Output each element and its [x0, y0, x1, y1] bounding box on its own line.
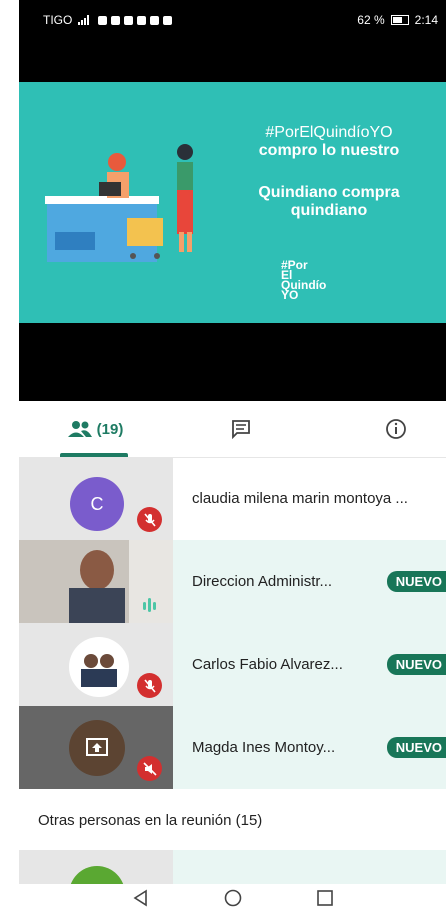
- carrier-label: TIGO: [43, 13, 73, 27]
- presentation-banner[interactable]: #PorElQuindíoYO compro lo nuestro Quindi…: [19, 82, 446, 323]
- tab-chat[interactable]: [224, 401, 258, 457]
- section-header: Otras personas en la reunión (15): [19, 790, 446, 850]
- clock: 2:14: [414, 13, 438, 27]
- new-badge: NUEVO: [386, 654, 446, 675]
- participant-info: Direccion Administr... NUEVO: [173, 540, 446, 623]
- participant-info: [173, 850, 446, 884]
- home-icon[interactable]: [223, 888, 243, 908]
- participant-row[interactable]: C claudia milena marin montoya ...: [19, 457, 446, 540]
- participant-tile: [19, 623, 173, 706]
- banner-logo: #Por El Quindío YO: [281, 259, 326, 301]
- participant-row-partial[interactable]: [19, 850, 446, 884]
- system-nav-bar: [19, 884, 446, 916]
- new-badge: NUEVO: [386, 737, 446, 758]
- people-icon: [67, 421, 92, 437]
- banner-hashtag: #PorElQuindíoYO: [265, 124, 393, 141]
- mic-off-icon: [137, 507, 162, 532]
- banner-text: #PorElQuindíoYO compro lo nuestro Quindi…: [229, 124, 429, 220]
- participant-info: Carlos Fabio Alvarez... NUEVO: [173, 623, 446, 706]
- video-letterbox-top: [19, 40, 446, 82]
- participant-tile: [19, 850, 173, 884]
- banner-line-2: compro lo nuestro: [258, 142, 400, 159]
- participant-name: claudia milena marin montoya ...: [192, 490, 408, 507]
- avatar: C: [70, 477, 124, 531]
- banner-line-4: quindiano: [290, 202, 368, 219]
- participant-row[interactable]: Carlos Fabio Alvarez... NUEVO: [19, 623, 446, 706]
- signal-icon: [78, 15, 90, 25]
- chat-icon: [232, 420, 250, 439]
- banner-line-3: Quindiano compra: [258, 184, 400, 201]
- status-right: 62 % 2:14: [357, 13, 438, 27]
- participant-tile: C: [19, 457, 173, 540]
- battery-icon: [390, 15, 409, 25]
- tab-people[interactable]: (19): [59, 401, 131, 457]
- participant-row[interactable]: Magda Ines Montoy... NUEVO: [19, 706, 446, 789]
- info-icon: [386, 419, 406, 439]
- participant-name: Carlos Fabio Alvarez...: [192, 656, 343, 673]
- tab-info[interactable]: [379, 401, 413, 457]
- app-frame: TIGO 62 % 2:14 #PorElQuindíoYO compro lo…: [19, 0, 446, 916]
- screen-share-icon: [69, 720, 125, 776]
- back-icon[interactable]: [131, 888, 151, 908]
- participant-tile: [19, 706, 173, 789]
- avatar: [69, 866, 125, 884]
- participant-row[interactable]: Direccion Administr... NUEVO: [19, 540, 446, 623]
- new-badge: NUEVO: [386, 571, 446, 592]
- participant-info: claudia milena marin montoya ...: [173, 457, 446, 540]
- shop-illustration-icon: [45, 144, 193, 262]
- avatar: [69, 637, 129, 697]
- battery-percent: 62 %: [357, 13, 385, 27]
- video-letterbox-bottom: [19, 323, 446, 401]
- status-bar: TIGO 62 % 2:14: [19, 0, 446, 40]
- participant-video: [19, 540, 173, 623]
- participant-name: Direccion Administr...: [192, 573, 333, 590]
- mic-off-icon: [137, 673, 162, 698]
- participant-name: Magda Ines Montoy...: [192, 739, 336, 756]
- speaker-off-icon: [137, 756, 162, 781]
- tab-bar: (19): [19, 401, 446, 458]
- participant-list: C claudia milena marin montoya ... Direc…: [19, 457, 446, 789]
- status-left: TIGO: [43, 13, 173, 27]
- speaking-indicator-icon: [143, 598, 156, 612]
- recents-icon[interactable]: [315, 888, 335, 908]
- people-count: (19): [96, 420, 124, 438]
- notification-icons: [98, 15, 173, 25]
- participant-info: Magda Ines Montoy... NUEVO: [173, 706, 446, 789]
